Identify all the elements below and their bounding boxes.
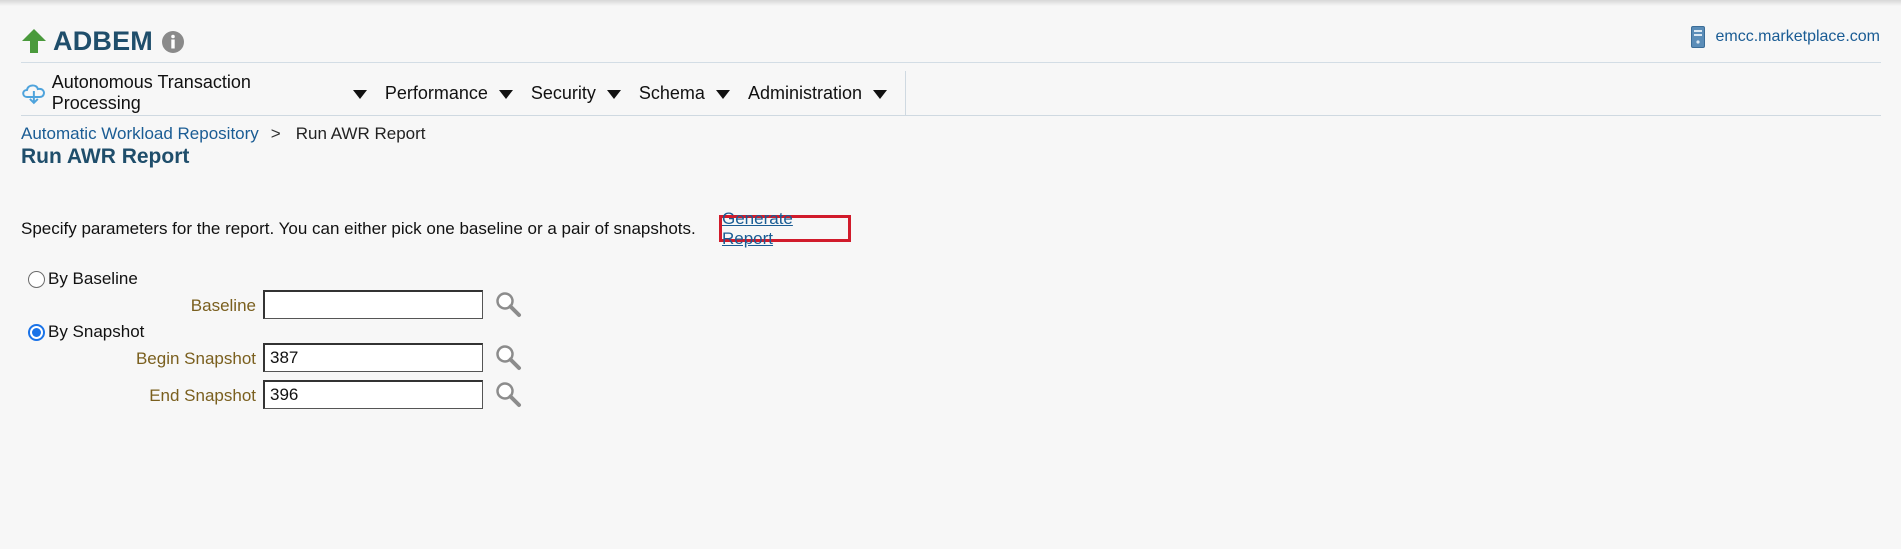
end-snapshot-field[interactable] — [263, 380, 483, 409]
begin-snapshot-search-icon[interactable] — [494, 343, 522, 371]
menu-divider — [21, 115, 1881, 116]
baseline-label: Baseline — [190, 296, 256, 315]
menu-label: Administration — [747, 82, 862, 103]
baseline-search-icon[interactable] — [494, 290, 522, 318]
chevron-down-icon — [873, 90, 887, 99]
generate-report-button[interactable]: Generate Report — [719, 209, 851, 248]
begin-snapshot-field[interactable] — [263, 343, 483, 372]
by-baseline-option[interactable]: By Baseline — [28, 269, 138, 289]
menu-autonomous-transaction-processing[interactable]: Autonomous Transaction Processing — [21, 72, 367, 114]
menu-security[interactable]: Security — [531, 83, 621, 104]
chevron-down-icon — [352, 90, 367, 99]
server-icon — [1690, 26, 1705, 48]
header-divider — [21, 62, 1881, 63]
up-arrow-icon — [22, 29, 46, 53]
begin-snapshot-label: Begin Snapshot — [135, 349, 256, 368]
main-menu-bar: Autonomous Transaction Processing Perfor… — [21, 71, 906, 115]
cloud-icon — [22, 84, 45, 105]
by-baseline-radio[interactable] — [28, 270, 45, 288]
breadcrumb-link-awr[interactable]: Automatic Workload Repository — [21, 124, 259, 144]
host-name[interactable]: emcc.marketplace.com — [1716, 28, 1881, 46]
by-baseline-label: By Baseline — [48, 269, 138, 288]
menu-label: Security — [530, 82, 596, 103]
by-snapshot-label: By Snapshot — [48, 322, 145, 341]
end-snapshot-search-icon[interactable] — [494, 380, 522, 408]
chevron-down-icon — [606, 90, 621, 99]
menu-label: Schema — [638, 82, 705, 103]
menu-schema[interactable]: Schema — [639, 83, 730, 104]
top-shade — [0, 0, 1901, 6]
by-snapshot-radio[interactable] — [28, 323, 45, 341]
chevron-down-icon — [715, 90, 730, 99]
baseline-field[interactable] — [263, 290, 483, 319]
menu-performance[interactable]: Performance — [385, 83, 513, 104]
info-icon[interactable] — [161, 30, 185, 54]
breadcrumb-current: Run AWR Report — [295, 124, 426, 143]
menu-administration[interactable]: Administration — [748, 83, 887, 104]
by-snapshot-option[interactable]: By Snapshot — [28, 322, 144, 342]
menu-label: Performance — [384, 82, 488, 103]
chevron-down-icon — [498, 90, 513, 99]
host-link[interactable]: emcc.marketplace.com — [1690, 26, 1881, 48]
instructions-text: Specify parameters for the report. You c… — [21, 219, 696, 238]
page-title: Run AWR Report — [21, 145, 190, 168]
breadcrumb-separator: > — [270, 124, 281, 143]
target-name[interactable]: ADBEM — [53, 26, 153, 57]
menu-label: Autonomous Transaction Processing — [51, 72, 251, 113]
target-header: ADBEM — [21, 24, 185, 58]
breadcrumb: Automatic Workload Repository > Run AWR … — [21, 124, 425, 144]
end-snapshot-label: End Snapshot — [149, 386, 256, 405]
